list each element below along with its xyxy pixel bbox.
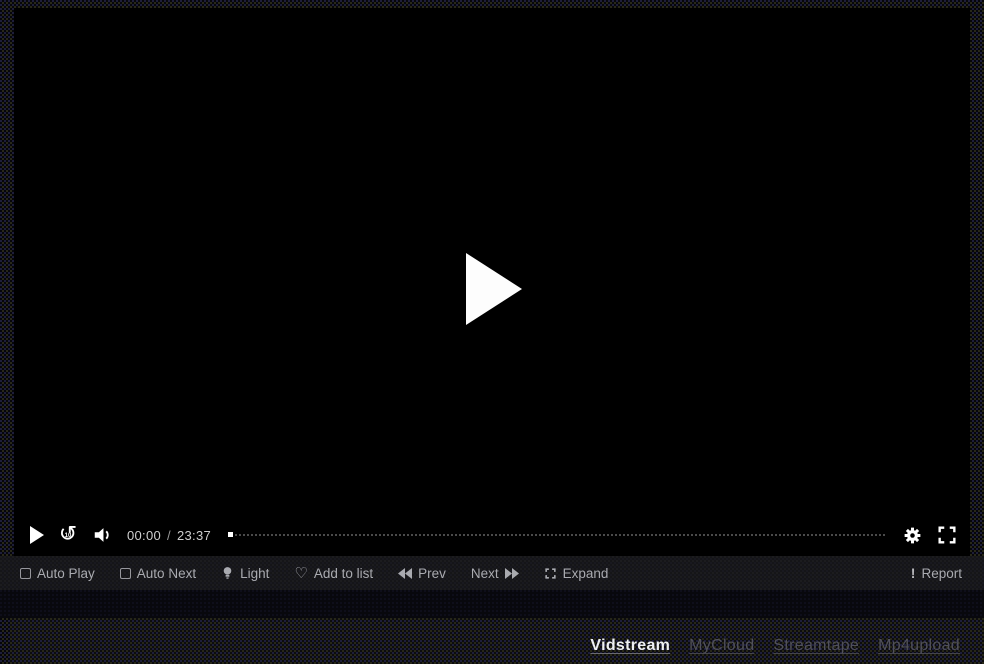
server-mycloud[interactable]: MyCloud xyxy=(689,637,754,655)
light-button[interactable]: Light xyxy=(221,566,269,581)
report-icon: ! xyxy=(911,565,916,581)
next-icon xyxy=(505,568,519,579)
play-button[interactable] xyxy=(30,526,44,544)
volume-icon xyxy=(92,524,114,546)
play-icon xyxy=(30,526,44,544)
fullscreen-icon xyxy=(936,524,958,546)
fullscreen-button[interactable] xyxy=(936,524,958,546)
prev-label: Prev xyxy=(418,566,446,581)
player-toolbar: Auto Play Auto Next Light ♡ Add to list … xyxy=(0,556,984,590)
expand-button[interactable]: Expand xyxy=(544,566,609,581)
volume-button[interactable] xyxy=(92,524,114,546)
report-label: Report xyxy=(921,566,962,581)
add-to-list-button[interactable]: ♡ Add to list xyxy=(294,566,373,581)
rewind-seconds-label: 10 xyxy=(65,533,72,539)
auto-play-label: Auto Play xyxy=(37,566,95,581)
prev-icon xyxy=(398,568,412,579)
progress-track xyxy=(228,534,885,536)
auto-play-checkbox[interactable] xyxy=(20,568,31,579)
lightbulb-icon xyxy=(221,566,234,580)
auto-play-toggle[interactable]: Auto Play xyxy=(20,566,95,581)
big-play-icon[interactable] xyxy=(466,253,522,325)
time-display: 00:00 / 23:37 xyxy=(127,528,211,543)
page-gap xyxy=(0,590,984,618)
prev-episode-button[interactable]: Prev xyxy=(398,566,446,581)
server-select-panel: Vidstream MyCloud Streamtape Mp4upload xyxy=(10,618,984,664)
progress-bar[interactable] xyxy=(228,529,885,541)
next-episode-button[interactable]: Next xyxy=(471,566,519,581)
progress-handle[interactable] xyxy=(228,532,233,537)
add-to-list-label: Add to list xyxy=(314,566,373,581)
rewind-10-button[interactable]: ↺ 10 xyxy=(57,523,79,547)
video-player[interactable]: ↺ 10 00:00 / 23:37 xyxy=(14,8,970,556)
auto-next-toggle[interactable]: Auto Next xyxy=(120,566,196,581)
time-current: 00:00 xyxy=(127,528,161,543)
auto-next-checkbox[interactable] xyxy=(120,568,131,579)
next-label: Next xyxy=(471,566,499,581)
light-label: Light xyxy=(240,566,269,581)
player-control-bar: ↺ 10 00:00 / 23:37 xyxy=(14,514,970,556)
time-duration: 23:37 xyxy=(177,528,211,543)
expand-label: Expand xyxy=(563,566,609,581)
gear-icon xyxy=(902,525,923,546)
time-separator: / xyxy=(167,528,171,543)
server-mp4upload[interactable]: Mp4upload xyxy=(878,637,960,655)
report-button[interactable]: ! Report xyxy=(911,565,962,581)
server-vidstream[interactable]: Vidstream xyxy=(590,637,670,655)
auto-next-label: Auto Next xyxy=(137,566,196,581)
expand-icon xyxy=(544,567,557,580)
heart-icon: ♡ xyxy=(294,567,307,580)
server-streamtape[interactable]: Streamtape xyxy=(773,637,859,655)
settings-button[interactable] xyxy=(902,525,923,546)
